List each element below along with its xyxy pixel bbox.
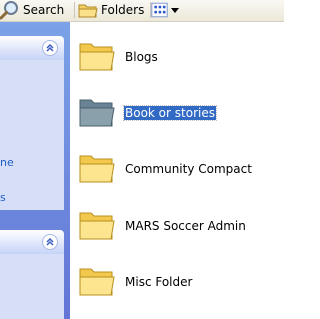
folder-icon [78, 1, 98, 19]
task-link[interactable]: ne [0, 156, 14, 169]
search-button[interactable]: Search [0, 0, 70, 20]
file-item[interactable]: Community Compact [78, 150, 278, 190]
views-button[interactable] [151, 0, 195, 20]
folder-icon [78, 150, 116, 184]
folder-icon [78, 207, 116, 241]
task-link[interactable]: s [0, 191, 6, 204]
file-item[interactable]: MARS Soccer Admin [78, 207, 278, 247]
views-grid-icon [151, 1, 179, 19]
folders-label: Folders [101, 3, 145, 17]
chevron-up-icon[interactable] [42, 234, 58, 250]
file-name: Book or stories [123, 105, 217, 121]
task-panel-body: ne s [0, 60, 64, 210]
dropdown-arrow-icon [171, 7, 179, 13]
toolbar-separator [74, 2, 75, 18]
file-name: Blogs [125, 50, 158, 64]
task-panel-body [0, 254, 64, 319]
file-name: Community Compact [125, 162, 252, 176]
file-name: Misc Folder [125, 275, 193, 289]
file-list: Blogs Book or stories Community Compact … [70, 22, 284, 319]
task-pane: ne s [0, 22, 70, 319]
file-item[interactable]: Book or stories [78, 94, 278, 134]
file-item[interactable]: Blogs [78, 38, 278, 78]
chevron-up-icon[interactable] [42, 40, 58, 56]
toolbar: Search Folders [0, 0, 284, 22]
folders-button[interactable]: Folders [78, 0, 148, 20]
search-label: Search [23, 3, 65, 17]
task-panel-header[interactable] [0, 36, 64, 60]
magnifier-icon [0, 0, 20, 20]
folder-icon [78, 38, 116, 72]
file-name: MARS Soccer Admin [125, 219, 246, 233]
folder-icon [78, 94, 116, 128]
folder-icon [78, 263, 116, 297]
file-item[interactable]: Misc Folder [78, 263, 278, 303]
task-panel-header[interactable] [0, 230, 64, 254]
